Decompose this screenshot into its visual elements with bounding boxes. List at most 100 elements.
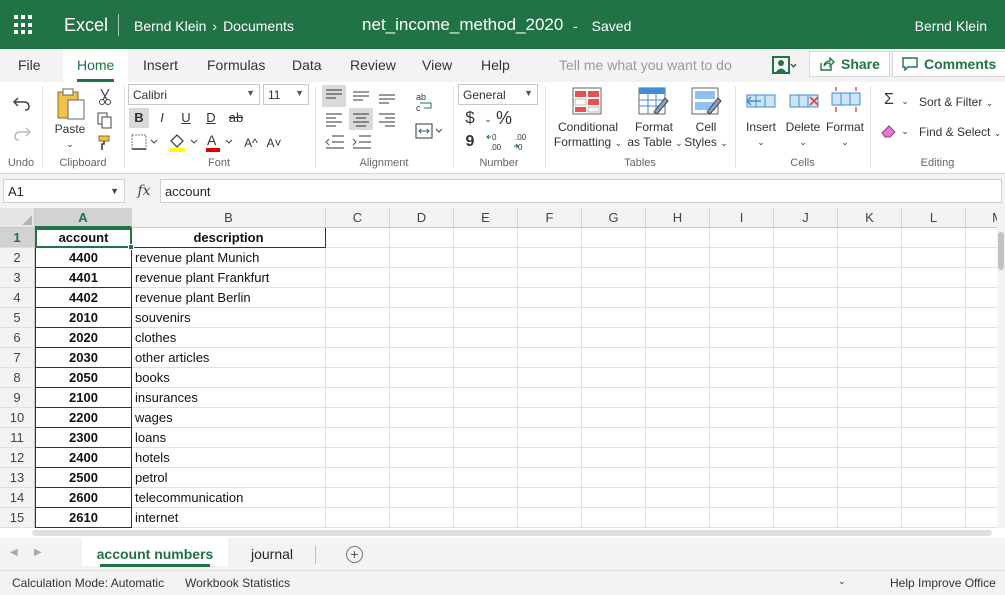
vertical-scrollbar[interactable] (997, 208, 1005, 528)
name-box[interactable]: A1 ▼ (3, 179, 125, 203)
spreadsheet-grid[interactable]: ABCDEFGHIJKLM123456789101112131415accoun… (0, 208, 997, 528)
conditional-formatting-icon[interactable] (571, 86, 603, 116)
font-color-icon[interactable]: A (203, 131, 237, 153)
app-launcher-icon[interactable] (14, 15, 34, 35)
cell-account[interactable]: 2050 (35, 368, 132, 388)
tell-me-search[interactable]: Tell me what you want to do (559, 57, 732, 73)
chevron-down-icon[interactable]: ⌄ (794, 135, 812, 150)
workbook-statistics[interactable]: Workbook Statistics (185, 576, 290, 590)
cell-account[interactable]: 2300 (35, 428, 132, 448)
clear-dropdown-icon[interactable]: ⌄ (899, 124, 911, 139)
clear-eraser-icon[interactable] (880, 123, 898, 139)
row-header[interactable]: 3 (0, 268, 35, 288)
cell-description[interactable]: revenue plant Berlin (132, 288, 326, 308)
align-top-icon[interactable] (322, 85, 346, 107)
document-title[interactable]: net_income_method_2020 (362, 15, 563, 35)
cell-description[interactable]: loans (132, 428, 326, 448)
insert-cells-label[interactable]: Insert (740, 120, 782, 135)
active-cell-selection[interactable] (35, 228, 132, 248)
cell-styles-icon[interactable] (690, 86, 722, 116)
fill-handle[interactable] (128, 244, 134, 250)
borders-icon[interactable] (130, 133, 160, 151)
cell-account[interactable]: 2610 (35, 508, 132, 528)
align-right-icon[interactable] (375, 108, 399, 130)
cell-styles-button[interactable]: Styles ⌄ (680, 135, 732, 151)
paste-label[interactable]: Paste (48, 122, 92, 137)
cell-account[interactable]: 2200 (35, 408, 132, 428)
double-underline-button[interactable]: D (201, 108, 221, 128)
row-header[interactable]: 8 (0, 368, 35, 388)
cut-icon[interactable] (97, 88, 113, 106)
row-header[interactable]: 15 (0, 508, 35, 528)
cell-account[interactable]: 4401 (35, 268, 132, 288)
column-header[interactable]: J (774, 208, 838, 228)
row-header[interactable]: 14 (0, 488, 35, 508)
cell-description[interactable]: telecommunication (132, 488, 326, 508)
column-header[interactable]: F (518, 208, 582, 228)
insert-function-button[interactable]: fx (130, 179, 158, 203)
column-header[interactable]: H (646, 208, 710, 228)
delete-cells-label[interactable]: Delete (782, 120, 824, 135)
row-header[interactable]: 13 (0, 468, 35, 488)
vertical-scroll-thumb[interactable] (998, 232, 1004, 270)
select-all-corner[interactable] (0, 208, 35, 228)
row-header[interactable]: 6 (0, 328, 35, 348)
tab-insert[interactable]: Insert (143, 57, 178, 73)
app-name[interactable]: Excel (64, 15, 108, 36)
cell-account[interactable]: 4400 (35, 248, 132, 268)
row-header[interactable]: 1 (0, 228, 35, 248)
comma-style-button[interactable]: 9 (460, 132, 480, 152)
cell-description[interactable]: revenue plant Munich (132, 248, 326, 268)
merge-center-icon[interactable] (414, 121, 444, 141)
number-format-select[interactable]: General ▼ (458, 84, 538, 105)
grow-font-button[interactable]: A^ (241, 133, 261, 153)
conditional-formatting-button[interactable]: Formatting ⌄ (548, 135, 628, 151)
fill-color-icon[interactable] (166, 131, 200, 153)
tab-data[interactable]: Data (292, 57, 322, 73)
insert-cells-icon[interactable] (745, 87, 777, 115)
column-header[interactable]: K (838, 208, 902, 228)
paste-dropdown-icon[interactable]: ⌄ (62, 137, 78, 152)
scroll-sheets-left-icon[interactable]: ◀ (10, 547, 18, 558)
undo-icon[interactable] (12, 94, 32, 112)
wrap-text-icon[interactable]: ab c (414, 91, 436, 113)
cell-account[interactable]: 2030 (35, 348, 132, 368)
format-as-table-label-1[interactable]: Format (626, 120, 682, 135)
cell-description[interactable]: hotels (132, 448, 326, 468)
find-select-button[interactable]: Find & Select ⌄ (919, 125, 1001, 141)
format-painter-icon[interactable] (97, 134, 113, 152)
underline-button[interactable]: U (176, 108, 196, 128)
percent-format-button[interactable]: % (494, 108, 514, 128)
tab-view[interactable]: View (422, 57, 452, 73)
cell-description[interactable]: clothes (132, 328, 326, 348)
row-header[interactable]: 10 (0, 408, 35, 428)
align-middle-icon[interactable] (349, 85, 373, 107)
sheet-tab-account-numbers[interactable]: account numbers (82, 538, 228, 567)
help-improve-office[interactable]: Help Improve Office (890, 576, 996, 590)
row-header[interactable]: 9 (0, 388, 35, 408)
share-button[interactable]: Share (809, 51, 890, 77)
strikethrough-button[interactable]: ab (226, 108, 246, 128)
column-header[interactable]: E (454, 208, 518, 228)
decrease-decimal-icon[interactable]: .00 0 (512, 132, 532, 152)
align-left-icon[interactable] (322, 108, 346, 130)
cell-account[interactable]: 2600 (35, 488, 132, 508)
font-size-select[interactable]: 11 ▼ (263, 84, 309, 105)
column-header[interactable]: A (35, 208, 132, 228)
redo-icon[interactable] (12, 124, 32, 142)
shrink-font-button[interactable]: A˅ (264, 133, 284, 153)
row-header[interactable]: 12 (0, 448, 35, 468)
bold-button[interactable]: B (129, 108, 149, 128)
tab-file[interactable]: File (18, 57, 41, 73)
conditional-formatting-label-1[interactable]: Conditional (552, 120, 624, 135)
cell-account[interactable]: 2500 (35, 468, 132, 488)
row-header[interactable]: 4 (0, 288, 35, 308)
cell-account[interactable]: 2100 (35, 388, 132, 408)
cell-b1[interactable]: description (132, 228, 326, 248)
tab-formulas[interactable]: Formulas (207, 57, 265, 73)
horizontal-scroll-thumb[interactable] (32, 530, 992, 536)
paste-icon[interactable] (55, 87, 87, 121)
cell-description[interactable]: wages (132, 408, 326, 428)
scroll-sheets-right-icon[interactable]: ▶ (34, 547, 42, 558)
cell-description[interactable]: revenue plant Frankfurt (132, 268, 326, 288)
